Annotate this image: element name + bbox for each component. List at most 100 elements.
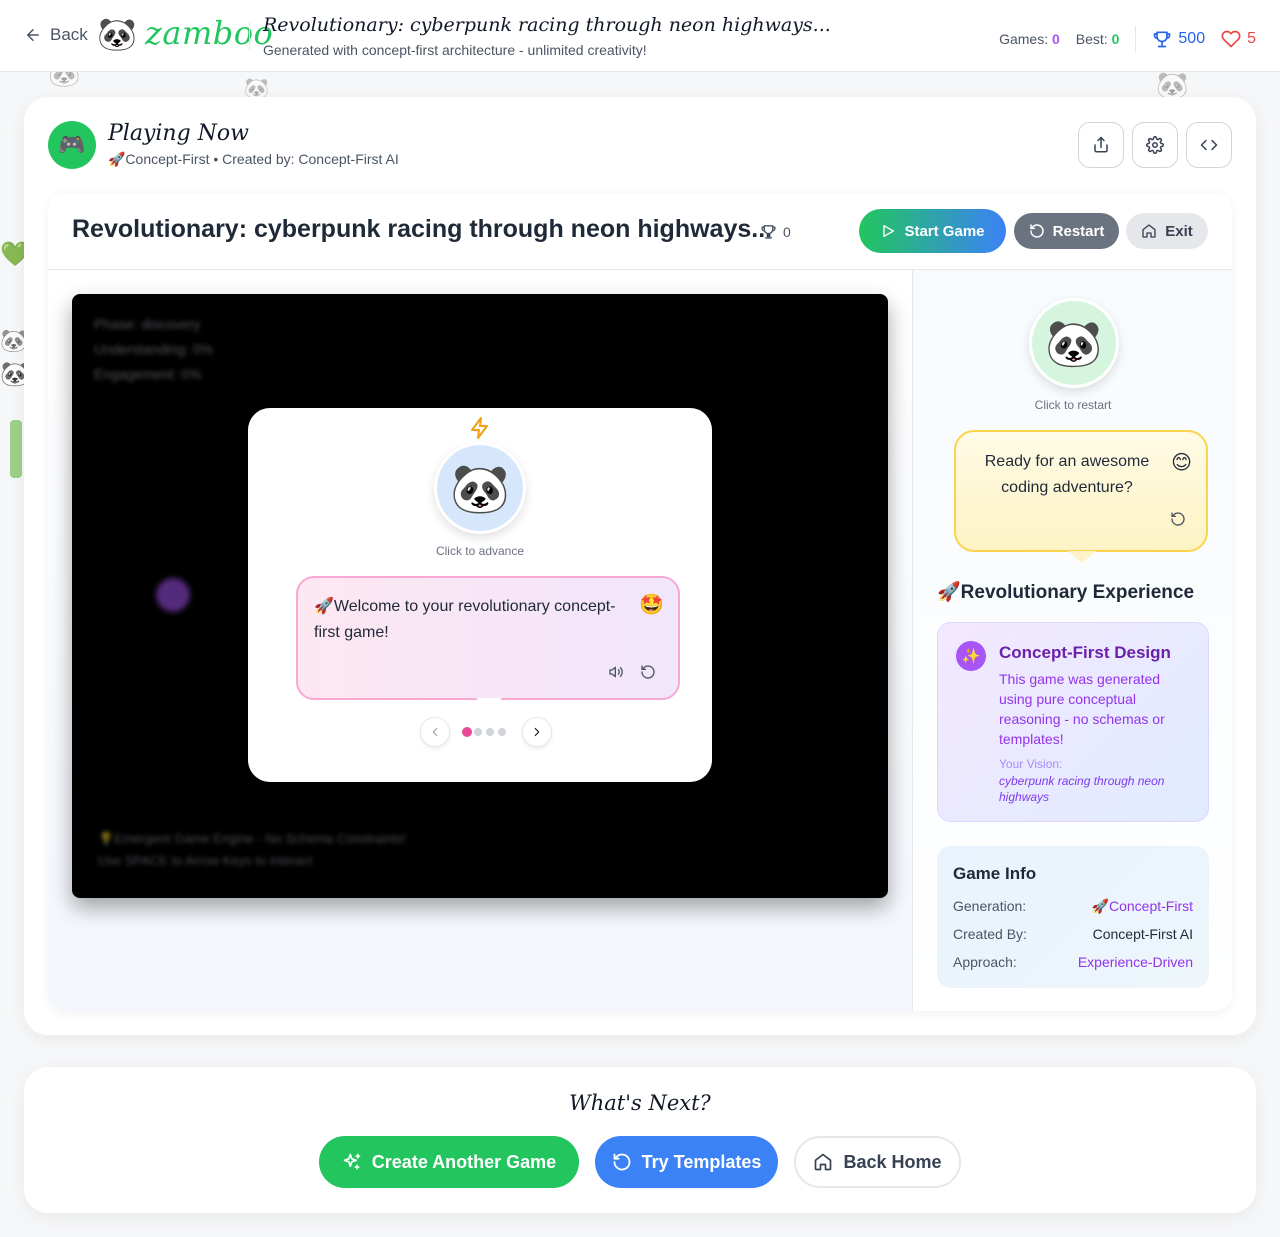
panda-avatar[interactable]: 🐼 [434,442,526,534]
game-canvas[interactable]: Phase: discovery Understanding: 0% Engag… [72,294,888,898]
info-row: Generation: 🚀Concept-First [953,898,1193,914]
view-code-button[interactable] [1186,122,1232,168]
next-button[interactable] [522,717,552,747]
restart-label: Restart [1052,222,1105,240]
star-struck-emoji: 🤩 [639,594,664,616]
settings-button[interactable] [1132,122,1178,168]
try-templates-label: Try Templates [641,1151,762,1172]
home-icon [815,1153,832,1171]
page-subtitle: Generated with concept-first architectur… [263,42,647,58]
bubble-message: 🚀Welcome to your revolutionary concept-f… [314,598,616,641]
divider [249,22,250,50]
stats-divider [1135,26,1137,52]
chevron-right-icon [534,727,540,737]
concept-title: Concept-First Design [999,643,1171,662]
gamepad-icon: 🎮 [48,121,96,169]
whats-next-card: What's Next? Create Another Game Try Tem… [24,1067,1256,1213]
speech-bubble[interactable]: 🚀Welcome to your revolutionary concept-f… [296,576,680,700]
footer-line: Use SPACE to Arrow Keys to interact [98,853,313,868]
speaker-icon[interactable] [608,664,624,680]
concept-card: ✨ Concept-First Design This game was gen… [937,622,1209,822]
intro-dialog: 🐼 Click to advance 🚀Welcome to your revo… [248,408,712,782]
player-orb [156,578,190,612]
gear-icon [1146,136,1164,154]
trophy-icon [761,225,776,239]
bamboo-doodle [10,420,22,478]
back-button[interactable]: Back [24,25,88,45]
playing-now-title: Playing Now [108,121,249,146]
coach-message: Ready for an awesome coding adventure? [984,453,1150,496]
start-game-button[interactable]: Start Game [859,209,1006,253]
best-stat: Best: 0 [1076,31,1120,47]
dialog-pager [420,717,552,747]
info-value: 🚀Concept-First [1091,898,1193,914]
create-game-label: Create Another Game [371,1151,557,1172]
best-label: Best: [1075,31,1108,47]
restart-button[interactable]: Restart [1014,213,1119,249]
game-hud: Phase: discovery Understanding: 0% Engag… [94,312,213,387]
start-game-label: Start Game [904,222,985,240]
back-home-button[interactable]: Back Home [794,1136,961,1188]
replay-icon[interactable] [640,664,656,680]
hud-phase: Phase: discovery [94,316,201,332]
bubble-controls [608,664,656,680]
best-score: 0 [1111,31,1120,47]
share-button[interactable] [1078,122,1124,168]
info-label: Approach: [953,954,1017,970]
bubble-tail [476,698,502,710]
page-dot[interactable] [462,727,472,737]
info-value: Experience-Driven [1077,954,1193,970]
top-bar: Back 🐼 zamboo Revolutionary: cyberpunk r… [0,0,1280,72]
concept-text: This game was generated using pure conce… [999,671,1165,747]
games-stat: Games: 0 [999,31,1060,47]
smile-emoji: 😊 [1171,452,1192,474]
page-dot[interactable] [486,728,494,736]
score-value: 0 [783,223,791,240]
info-row: Approach: Experience-Driven [953,954,1193,970]
trophy-count: 500 [1178,30,1206,47]
side-panel: 🐼 Click to restart Ready for an awesome … [912,270,1232,1011]
bubble-controls [1170,511,1186,532]
canvas-footer: 💡Emergent Game Engine - No Schema Constr… [98,828,406,872]
coach-bubble[interactable]: Ready for an awesome coding adventure? 😊 [954,430,1208,552]
try-templates-button[interactable]: Try Templates [595,1136,778,1188]
back-home-label: Back Home [843,1151,942,1172]
game-title: Revolutionary: cyberpunk racing through … [72,215,773,243]
game-header: Revolutionary: cyberpunk racing through … [48,193,1232,270]
page-title: Revolutionary: cyberpunk racing through … [263,14,831,36]
game-area: Phase: discovery Understanding: 0% Engag… [48,270,912,1011]
hud-understanding: Understanding: 0% [94,341,214,357]
info-value: Concept-First AI [1092,926,1193,942]
heart-icon [1221,30,1241,48]
back-label: Back [50,25,88,44]
sparkles-icon [343,1153,361,1170]
sparkles-icon: ✨ [956,641,986,671]
page-dot[interactable] [498,728,506,736]
panda-logo-icon: 🐼 [97,16,137,52]
vision-label: Your Vision: [999,757,1063,771]
create-game-button[interactable]: Create Another Game [319,1136,579,1188]
replay-icon[interactable] [1170,511,1186,527]
game-panel: Revolutionary: cyberpunk racing through … [48,193,1232,1011]
exit-button[interactable]: Exit [1126,213,1208,249]
experience-heading: 🚀Revolutionary Experience [937,582,1195,603]
game-score: 0 [760,223,791,240]
info-label: Generation: [953,898,1027,914]
game-card: 🎮 Playing Now 🚀Concept-First • Created b… [24,97,1256,1035]
chevron-left-icon [432,727,438,737]
games-count: 0 [1052,31,1060,47]
game-info-title: Game Info [953,864,1037,883]
info-label: Created By: [953,926,1027,942]
logo-text[interactable]: zamboo [145,14,273,52]
hud-engagement: Engagement: 0% [94,366,202,382]
stats-bar: Games: 0 Best: 0 500 5 [983,26,1256,52]
panda-avatar[interactable]: 🐼 [1029,298,1119,388]
vision-text: cyberpunk racing through neon highways [999,774,1165,804]
prev-button[interactable] [420,717,450,747]
page-dot[interactable] [474,728,482,736]
share-icon [1094,136,1108,153]
whats-next-title: What's Next? [569,1091,711,1115]
lives-counter: 5 [1221,29,1256,49]
lightning-icon [471,417,488,439]
playing-now-subtitle: 🚀Concept-First • Created by: Concept-Fir… [108,151,399,167]
